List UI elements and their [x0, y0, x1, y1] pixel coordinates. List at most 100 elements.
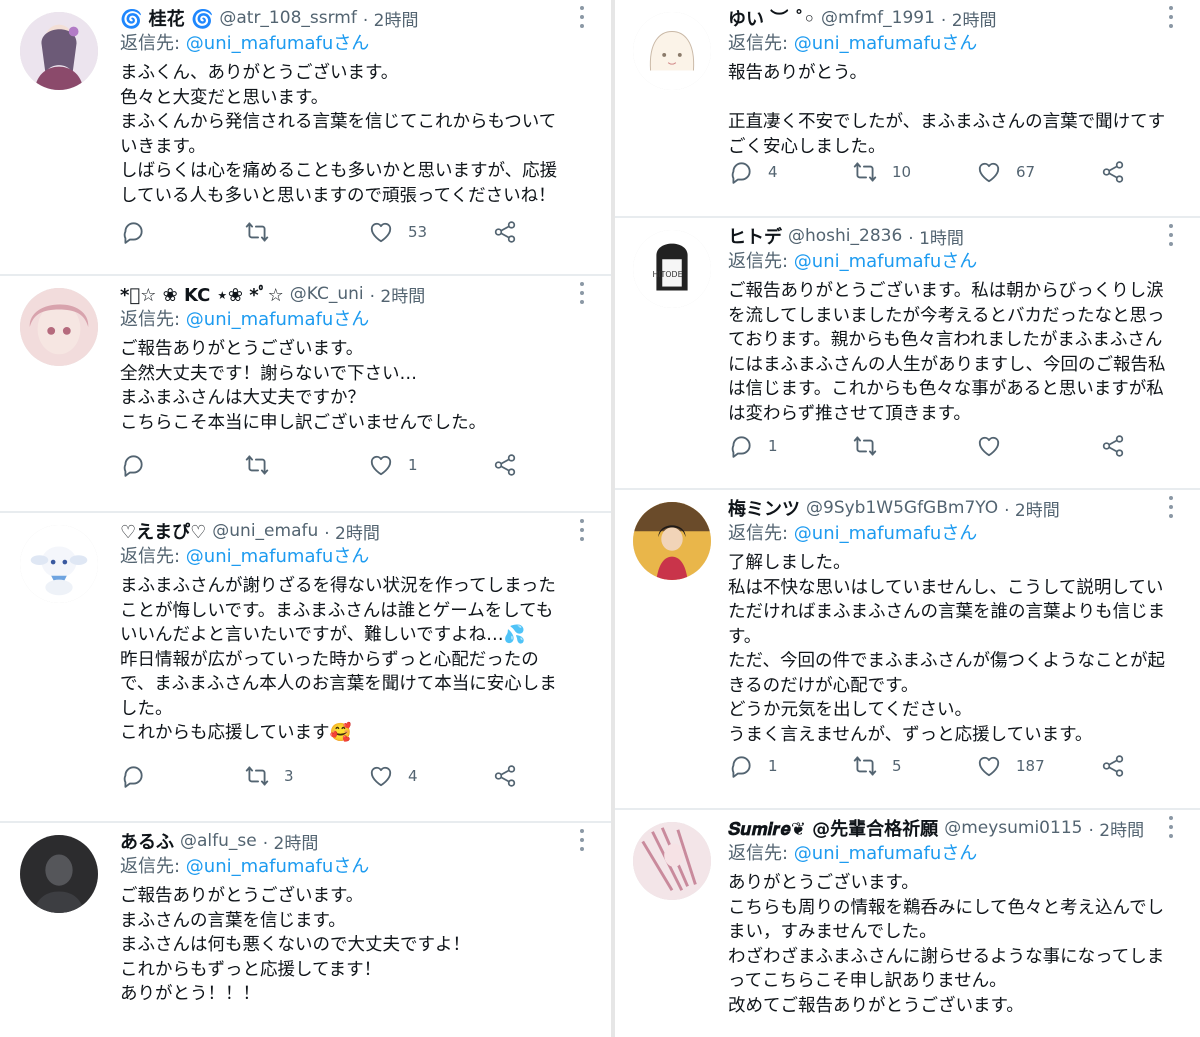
tweet-text-line: は信じます。これからも色々な事があると思いますが私: [728, 379, 1164, 399]
user-handle[interactable]: @hoshi_2836: [788, 226, 902, 246]
user-handle[interactable]: @alfu_se: [180, 831, 257, 851]
reply-count: 1: [768, 437, 778, 455]
tweet-text-line: ってこちらこそ申し訳ありません。: [728, 971, 1007, 991]
like-button[interactable]: 187: [976, 751, 1045, 781]
like-button[interactable]: 53: [368, 217, 427, 247]
timestamp[interactable]: · 2時間: [324, 519, 380, 544]
share-button[interactable]: [1100, 431, 1126, 461]
reply-button[interactable]: 1: [728, 751, 778, 781]
tweet-actions: 53: [120, 217, 540, 247]
retweet-button[interactable]: 3: [244, 761, 294, 791]
reply-to-link[interactable]: @uni_mafumafuさん: [186, 33, 369, 54]
reply-button[interactable]: [120, 217, 160, 247]
more-icon[interactable]: [1164, 6, 1178, 28]
timestamp[interactable]: · 2時間: [263, 829, 319, 854]
reply-to-link[interactable]: @uni_mafumafuさん: [186, 856, 369, 877]
tweet[interactable]: HITODE ヒトデ @hoshi_2836 · 1時間 返信先: @uni_mafum…: [615, 218, 1200, 490]
share-button[interactable]: [492, 450, 518, 480]
like-button[interactable]: 67: [976, 157, 1035, 187]
reply-button[interactable]: [120, 450, 160, 480]
tweet-text-line: きるのだけが心配です。: [728, 675, 919, 696]
like-count: 53: [408, 223, 428, 241]
more-icon[interactable]: [1164, 816, 1178, 838]
avatar[interactable]: [20, 525, 98, 603]
avatar[interactable]: [633, 12, 711, 90]
reply-button[interactable]: 4: [728, 157, 778, 187]
avatar[interactable]: HITODE: [633, 230, 711, 308]
share-button[interactable]: [1100, 751, 1126, 781]
user-handle[interactable]: @atr_108_ssrmf: [219, 8, 356, 28]
tweet-body: 🌀 桂花 🌀 @atr_108_ssrmf · 2時間返信先: @uni_mafum…: [120, 4, 577, 208]
more-icon[interactable]: [575, 6, 589, 28]
tweet-header: あるふ @alfu_se · 2時間: [120, 827, 577, 855]
avatar[interactable]: [20, 12, 98, 90]
share-button[interactable]: [492, 761, 518, 791]
tweet-text-line: [728, 86, 1166, 111]
timestamp[interactable]: · 2時間: [370, 282, 426, 307]
tweet-text-line: にはまふまふさんの人生がありますし、今回のご報告私: [728, 354, 1166, 375]
timestamp[interactable]: · 2時間: [1088, 816, 1144, 841]
user-handle[interactable]: @meysumi0115: [944, 818, 1082, 838]
share-button[interactable]: [1100, 157, 1126, 187]
display-name[interactable]: ヒトデ: [728, 223, 782, 249]
reply-to-prefix: 返信先:: [120, 33, 186, 54]
tweet-text-line: ただ、今回の件でまふまふさんが傷つくようなことが起: [728, 651, 1165, 671]
user-handle[interactable]: @9Syb1W5GfGBm7YO: [806, 498, 998, 518]
tweet-header: 🌀 桂花 🌀 @atr_108_ssrmf · 2時間: [120, 4, 577, 32]
like-button[interactable]: 1: [368, 450, 418, 480]
retweet-button[interactable]: [244, 217, 284, 247]
more-icon[interactable]: [1164, 496, 1178, 518]
avatar[interactable]: [20, 835, 98, 913]
reply-to-link[interactable]: @uni_mafumafuさん: [186, 546, 369, 567]
more-icon[interactable]: [1164, 224, 1178, 246]
display-name[interactable]: 梅ミンツ: [728, 495, 800, 521]
tweet[interactable]: 梅ミンツ @9Syb1W5GfGBm7YO · 2時間 返信先: @uni_mafum…: [615, 490, 1200, 810]
share-button[interactable]: [492, 217, 518, 247]
reply-to-link[interactable]: @uni_mafumafuさん: [794, 523, 977, 544]
display-name[interactable]: *ﾟ☆ ❀ KC ⋆❀ *ﾟ☆: [120, 281, 284, 307]
tweet[interactable]: 𝑺𝒖𝒎𝒊𝒓𝒆❦ @先輩合格祈願 @meysumi0115 · 2時間 返信先: @un…: [615, 810, 1200, 1037]
tweet[interactable]: ♡えまぴ♡ @uni_emafu · 2時間返信先: @uni_mafumafuさん…: [0, 513, 611, 823]
retweet-button[interactable]: [852, 431, 892, 461]
timestamp[interactable]: · 1時間: [908, 224, 964, 249]
timestamp[interactable]: · 2時間: [941, 6, 997, 31]
tweet[interactable]: あるふ @alfu_se · 2時間 返信先: @uni_mafumafuさん ご報告あ…: [0, 823, 611, 1037]
retweet-button[interactable]: 10: [852, 157, 911, 187]
tweet[interactable]: ゆい ︶ ˚◦ @mfmf_1991 · 2時間 返信先: @uni_mafumafu…: [615, 0, 1200, 218]
like-button[interactable]: 4: [368, 761, 418, 791]
user-handle[interactable]: @uni_emafu: [212, 521, 318, 541]
tweet-text-line: まふくん、ありがとうございます。: [120, 63, 399, 83]
more-icon[interactable]: [575, 519, 589, 541]
reply-to-link[interactable]: @uni_mafumafuさん: [794, 843, 977, 864]
display-name[interactable]: ゆい ︶ ˚◦: [728, 5, 815, 31]
display-name[interactable]: 𝑺𝒖𝒎𝒊𝒓𝒆❦ @先輩合格祈願: [728, 815, 938, 841]
like-button[interactable]: [976, 431, 1016, 461]
user-handle[interactable]: @mfmf_1991: [821, 8, 935, 28]
tweet-header: ゆい ︶ ˚◦ @mfmf_1991 · 2時間: [728, 4, 1166, 32]
tweet-actions: 1: [728, 431, 1148, 461]
user-handle[interactable]: @KC_uni: [290, 284, 364, 304]
avatar[interactable]: [20, 288, 98, 366]
reply-button[interactable]: [120, 761, 160, 791]
reply-to-link[interactable]: @uni_mafumafuさん: [794, 251, 977, 272]
reply-to-link[interactable]: @uni_mafumafuさん: [794, 33, 977, 54]
reply-button[interactable]: 1: [728, 431, 778, 461]
display-name[interactable]: 🌀 桂花 🌀: [120, 5, 213, 31]
tweet-actions: 1: [120, 450, 540, 480]
display-name[interactable]: あるふ: [120, 828, 174, 854]
more-icon[interactable]: [575, 829, 589, 851]
display-name[interactable]: ♡えまぴ♡: [120, 518, 206, 544]
timestamp[interactable]: · 2時間: [1004, 496, 1060, 521]
tweet[interactable]: 🌀 桂花 🌀 @atr_108_ssrmf · 2時間返信先: @uni_mafum…: [0, 0, 611, 276]
timestamp[interactable]: · 2時間: [363, 6, 419, 31]
avatar[interactable]: [633, 502, 711, 580]
tweet-actions: 4 10 67: [728, 157, 1148, 187]
retweet-button[interactable]: [244, 450, 284, 480]
like-icon: [368, 763, 394, 789]
retweet-button[interactable]: 5: [852, 751, 902, 781]
tweet[interactable]: *ﾟ☆ ❀ KC ⋆❀ *ﾟ☆ @KC_uni · 2時間 返信先: @uni_maf…: [0, 276, 611, 513]
reply-to-link[interactable]: @uni_mafumafuさん: [186, 309, 369, 330]
more-icon[interactable]: [575, 282, 589, 304]
reply-to-prefix: 返信先:: [120, 546, 186, 567]
avatar[interactable]: [633, 822, 711, 900]
